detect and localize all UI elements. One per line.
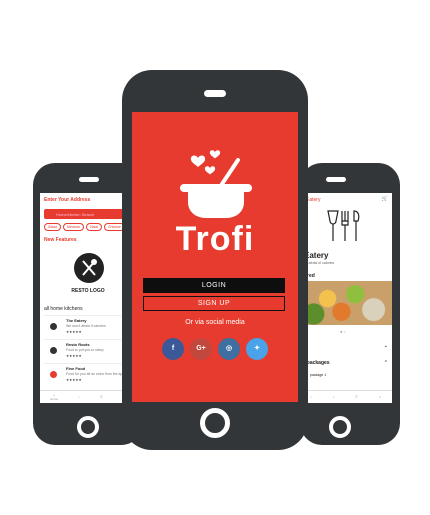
restaurant-icon bbox=[50, 347, 57, 354]
twitter-icon[interactable]: ✦ bbox=[246, 338, 268, 360]
list-item[interactable]: The Eatery We won't afraid if calories ★… bbox=[44, 315, 132, 338]
chip-salad[interactable]: Salad bbox=[44, 223, 61, 231]
chevron-up-icon: ⌃ bbox=[383, 360, 388, 366]
speaker bbox=[204, 90, 226, 97]
social-label: Or via social media bbox=[185, 319, 245, 326]
restaurant-logo-icon bbox=[327, 210, 360, 241]
login-button[interactable]: LOGIN bbox=[143, 278, 285, 293]
signup-button[interactable]: SIGN UP bbox=[143, 296, 285, 311]
back-header[interactable]: Eatery bbox=[306, 197, 320, 203]
nav-orders-icon[interactable]: ☰ bbox=[100, 395, 103, 399]
resto-logo-icon bbox=[74, 253, 104, 283]
center-phone: Trofi LOGIN SIGN UP Or via social media … bbox=[122, 70, 308, 450]
restaurant-icon bbox=[50, 323, 57, 330]
cooking-pot-icon bbox=[180, 150, 252, 218]
chip-mexican[interactable]: Mexican bbox=[62, 223, 84, 231]
nav-home-label: Home bbox=[50, 397, 59, 401]
nav-home-icon[interactable]: ⌂ bbox=[310, 395, 312, 399]
speaker bbox=[79, 177, 99, 182]
app-title: Trofi bbox=[175, 220, 255, 258]
instagram-icon[interactable]: ◎ bbox=[218, 338, 240, 360]
restaurant-subtitle: n't afraid of calories bbox=[304, 261, 335, 265]
search-placeholder: Home/kitchen Search bbox=[56, 211, 95, 217]
google-plus-icon[interactable]: G+ bbox=[190, 338, 212, 360]
item-title: Fine Food bbox=[66, 366, 86, 371]
item-desc: Food to put you to sleep bbox=[66, 348, 104, 352]
star-rating: ★★★★★ bbox=[66, 378, 82, 382]
food-image[interactable] bbox=[300, 281, 392, 325]
home-button[interactable] bbox=[77, 416, 99, 438]
item-desc: We won't afraid if calories bbox=[66, 324, 106, 328]
facebook-icon[interactable]: f bbox=[162, 338, 184, 360]
right-phone: Eatery 🛒 Eatery n't afraid of calories u… bbox=[300, 163, 400, 445]
center-screen: Trofi LOGIN SIGN UP Or via social media … bbox=[132, 112, 298, 402]
packages-row[interactable]: l packages ⌃ bbox=[304, 360, 388, 366]
search-input[interactable]: Home/kitchen Search bbox=[44, 209, 132, 219]
filter-chips: Salad Mexican Halal Chinese bbox=[44, 223, 125, 231]
item-desc: Food for you all an extra from the app bbox=[66, 372, 125, 376]
item-title: The Eatery bbox=[66, 318, 87, 323]
nav-home[interactable]: ⌂ Home bbox=[50, 393, 58, 401]
package-item[interactable]: package 1 bbox=[310, 373, 326, 377]
star-rating: ★★★★★ bbox=[66, 354, 82, 358]
chip-halal[interactable]: Halal bbox=[86, 223, 102, 231]
address-header[interactable]: Enter Your Address bbox=[44, 197, 90, 203]
right-screen: Eatery 🛒 Eatery n't afraid of calories u… bbox=[300, 193, 392, 403]
speaker bbox=[326, 177, 346, 182]
carousel-dots: ● ○ bbox=[340, 329, 346, 334]
restaurant-icon bbox=[50, 371, 57, 378]
list-item[interactable]: Fine Food Food for you all an extra from… bbox=[44, 363, 132, 386]
featured-label: New Features bbox=[44, 237, 77, 243]
nav-profile-icon[interactable]: ☺ bbox=[379, 395, 382, 399]
chevron-down-icon: ⌄ bbox=[383, 343, 388, 349]
nav-search-icon[interactable]: ⌕ bbox=[333, 395, 335, 399]
list-item[interactable]: Resto Roots Food to put you to sleep ★★★… bbox=[44, 339, 132, 362]
bottom-nav: ⌂ ⌕ ☰ ☺ bbox=[300, 390, 392, 403]
home-button[interactable] bbox=[200, 408, 230, 438]
nav-search-icon[interactable]: ⌕ bbox=[78, 395, 80, 399]
cart-icon[interactable]: 🛒 bbox=[382, 196, 388, 202]
home-button[interactable] bbox=[329, 416, 351, 438]
section-title: all home kitchens bbox=[44, 306, 83, 312]
nav-orders-icon[interactable]: ☰ bbox=[355, 395, 358, 399]
item-title: Resto Roots bbox=[66, 342, 90, 347]
star-rating: ★★★★★ bbox=[66, 330, 82, 334]
details-row[interactable]: ls⌄ bbox=[304, 343, 388, 349]
